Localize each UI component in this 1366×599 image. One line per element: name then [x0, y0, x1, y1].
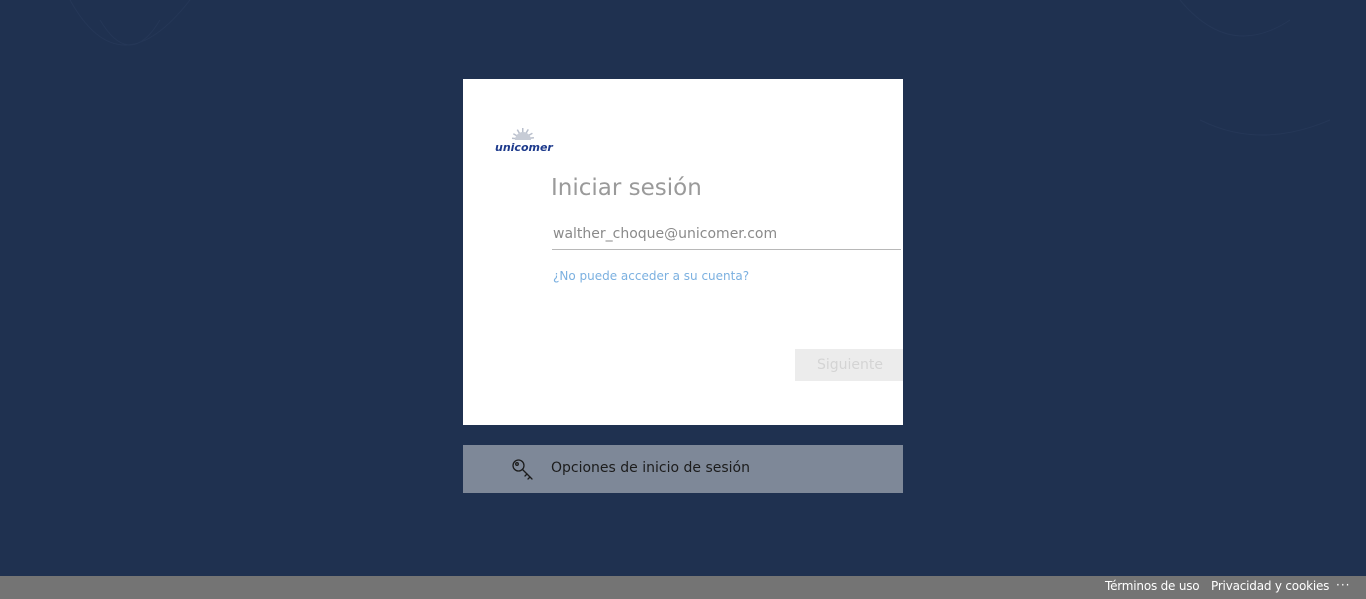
privacy-cookies-link[interactable]: Privacidad y cookies — [1211, 579, 1329, 593]
logo-text: unicomer — [495, 141, 553, 154]
email-field[interactable] — [552, 219, 901, 250]
signin-card: unicomer Iniciar sesión ¿No puede accede… — [463, 79, 903, 425]
more-options-icon[interactable]: ··· — [1336, 578, 1350, 592]
key-icon — [511, 458, 535, 482]
footer-bar: Términos de uso Privacidad y cookies ··· — [0, 576, 1366, 599]
cant-access-account-link[interactable]: ¿No puede acceder a su cuenta? — [553, 269, 749, 283]
next-button[interactable]: Siguiente — [795, 349, 903, 381]
signin-options-button[interactable]: Opciones de inicio de sesión — [463, 445, 903, 493]
signin-options-label: Opciones de inicio de sesión — [551, 460, 750, 476]
page-title: Iniciar sesión — [551, 175, 702, 201]
unicomer-logo: unicomer — [495, 127, 553, 157]
terms-of-use-link[interactable]: Términos de uso — [1105, 579, 1200, 593]
